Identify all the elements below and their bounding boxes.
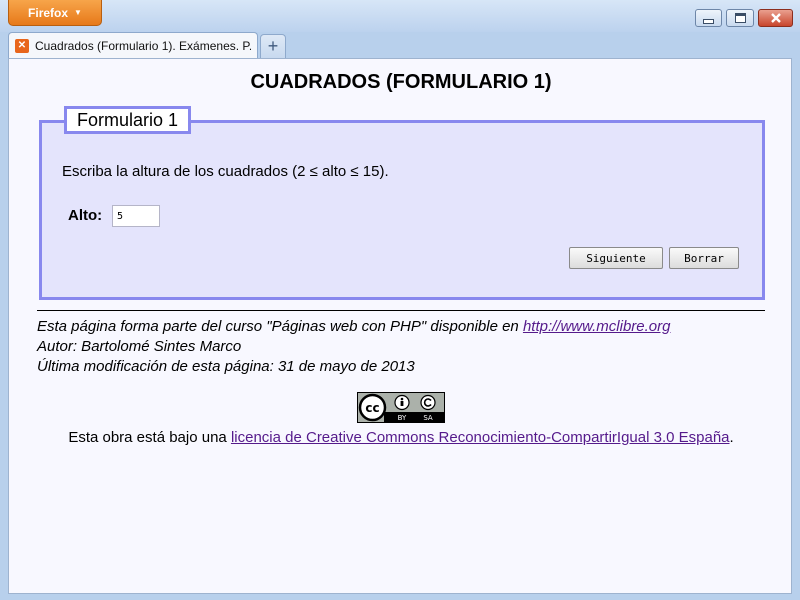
close-window-button[interactable] [758, 9, 793, 27]
footer-line-course: Esta página forma parte del curso "Págin… [37, 317, 670, 337]
footer: Esta página forma parte del curso "Págin… [37, 317, 670, 377]
firefox-menu-label: Firefox [28, 5, 69, 20]
fieldset-legend: Formulario 1 [64, 106, 192, 134]
by-text: BY [398, 414, 407, 422]
firefox-menu-button[interactable]: Firefox ▼ [8, 0, 102, 26]
minimize-icon [703, 18, 714, 24]
new-tab-button[interactable]: + [260, 34, 286, 58]
minimize-button[interactable] [695, 9, 722, 27]
form-fieldset: Formulario 1 Escriba la altura de los cu… [39, 106, 765, 300]
footer-divider [37, 310, 765, 311]
tab-cuadrados[interactable]: ✕ Cuadrados (Formulario 1). Exámenes. P.… [8, 32, 258, 58]
tab-bar: ✕ Cuadrados (Formulario 1). Exámenes. P.… [0, 32, 800, 58]
alto-label: Alto: [68, 207, 103, 224]
instruction-text: Escriba la altura de los cuadrados (2 ≤ … [62, 163, 389, 180]
cc-by-sa-badge[interactable]: cc BY SA [357, 392, 445, 423]
footer-course-text: Esta página forma parte del curso "Págin… [37, 318, 523, 335]
alto-input[interactable] [112, 205, 160, 227]
page-title: CUADRADOS (FORMULARIO 1) [250, 71, 552, 93]
maximize-icon [734, 13, 746, 23]
license-prefix: Esta obra está bajo una [68, 429, 231, 446]
maximize-button[interactable] [726, 9, 754, 27]
borrar-button[interactable]: Borrar [669, 247, 739, 269]
footer-line-modified: Última modificación de esta página: 31 d… [37, 358, 415, 375]
cc-text: cc [365, 401, 379, 415]
license-link[interactable]: licencia de Creative Commons Reconocimie… [231, 429, 730, 446]
tab-title: Cuadrados (Formulario 1). Exámenes. P... [35, 38, 251, 53]
license-line: Esta obra está bajo una licencia de Crea… [9, 429, 791, 446]
sa-text: SA [423, 414, 433, 422]
window-titlebar: Firefox ▼ [0, 0, 800, 32]
xampp-favicon-icon: ✕ [15, 38, 29, 53]
siguiente-button[interactable]: Siguiente [569, 247, 663, 269]
mclibre-link[interactable]: http://www.mclibre.org [523, 318, 671, 335]
cc-by-sa-icon: cc BY SA [358, 393, 444, 422]
close-icon [770, 13, 781, 23]
license-suffix: . [729, 429, 734, 446]
footer-line-author: Autor: Bartolomé Sintes Marco [37, 338, 242, 355]
page-viewport: CUADRADOS (FORMULARIO 1) Formulario 1 Es… [8, 58, 792, 594]
chevron-down-icon: ▼ [74, 8, 82, 17]
